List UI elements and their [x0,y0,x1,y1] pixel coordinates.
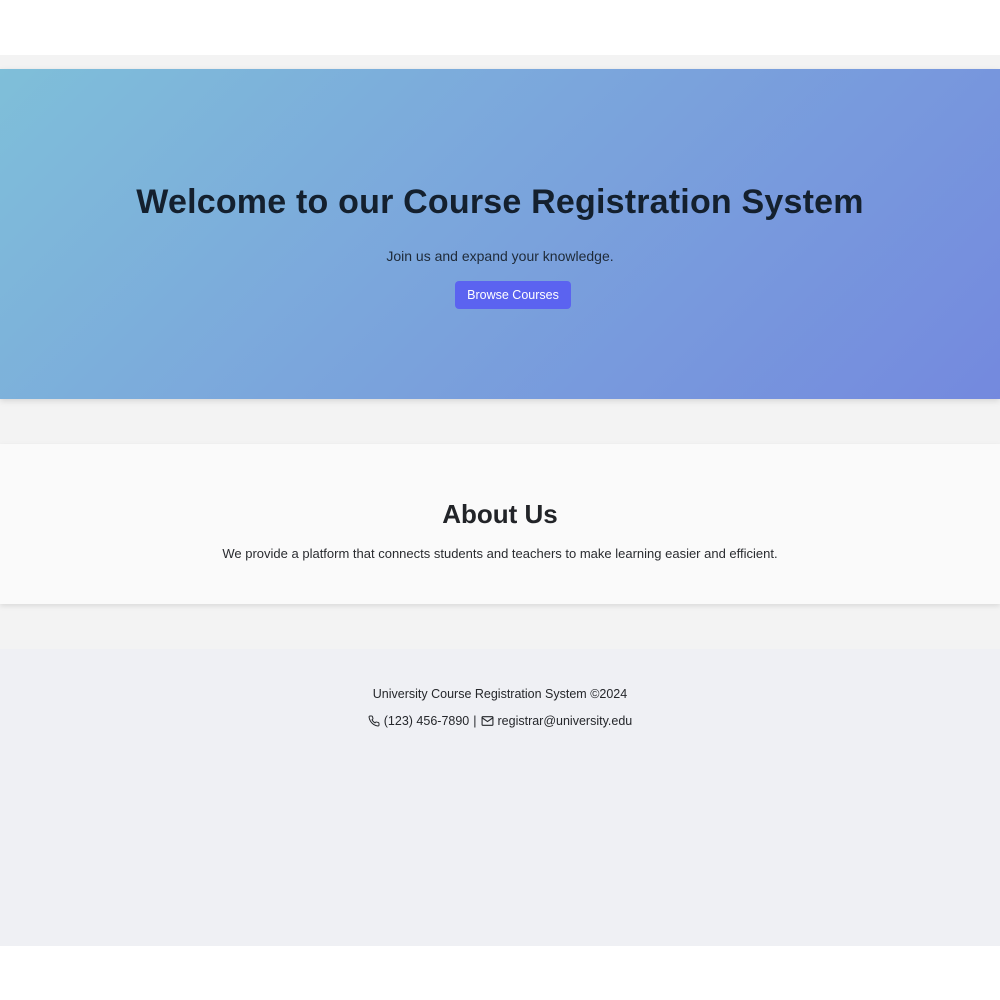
about-title: About Us [442,499,558,529]
mail-icon [481,715,494,727]
about-text: We provide a platform that connects stud… [222,546,778,561]
footer: University Course Registration System ©2… [0,649,1000,946]
footer-email-link[interactable]: registrar@university.edu [498,714,633,728]
phone-icon [368,715,380,727]
footer-copyright: University Course Registration System ©2… [372,687,628,701]
hero-title: Welcome to our Course Registration Syste… [136,183,864,221]
hero-subtitle: Join us and expand your knowledge. [386,248,614,264]
about-section: About Us We provide a platform that conn… [0,444,1000,604]
top-strip [0,0,1000,55]
footer-phone[interactable]: (123) 456-7890 [384,714,469,728]
page-body: Welcome to our Course Registration Syste… [0,55,1000,946]
hero-section: Welcome to our Course Registration Syste… [0,69,1000,399]
footer-separator: | [473,714,477,728]
browse-courses-button[interactable]: Browse Courses [455,281,571,309]
footer-contact: (123) 456-7890 | registrar@university.ed… [0,714,1000,728]
